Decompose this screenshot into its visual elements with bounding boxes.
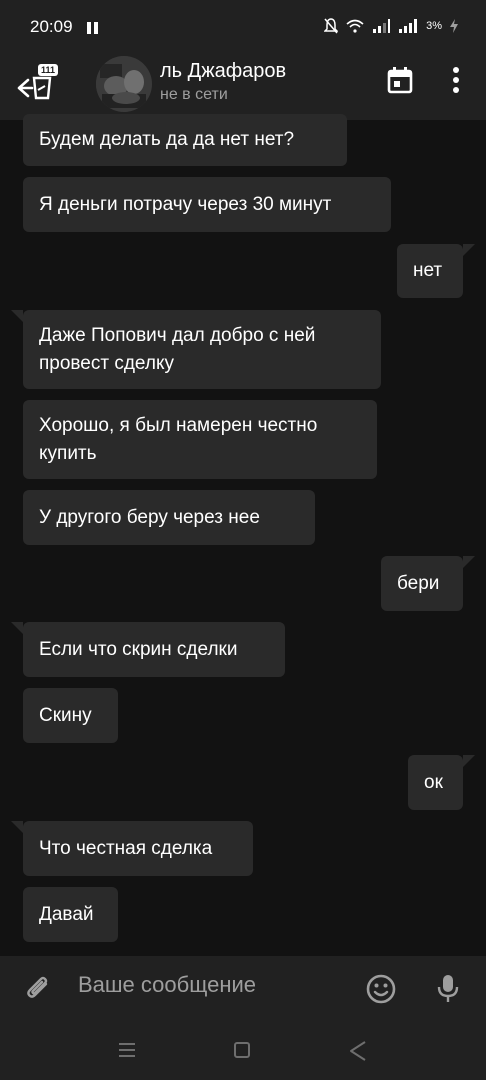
message-bubble[interactable]: Даже Попович дал добро с ней провест сде… (11, 310, 381, 389)
message-text: бери (397, 572, 440, 594)
message-bubble[interactable]: Если что скрин сделки (11, 622, 285, 677)
message-text: У другого беру через нее (39, 506, 260, 528)
chat-title[interactable]: ль Джафаров (160, 60, 286, 83)
message-text: Давай (39, 903, 94, 925)
unread-badge: 111 (38, 64, 59, 76)
composer: Ваше сообщение (0, 956, 486, 1022)
message-text: Будем делать да да нет нет? (39, 129, 295, 150)
message-bubble[interactable]: Будем делать да да нет нет? (23, 114, 347, 166)
message-bubble[interactable]: Что честная сделка (11, 821, 253, 876)
message-text: Я деньги потрачу через 30 минут (39, 193, 332, 215)
calendar-icon[interactable] (386, 66, 414, 94)
avatar[interactable] (96, 56, 152, 112)
status-bar: 20:09 3% (0, 0, 486, 56)
presence-status: не в сети (160, 86, 228, 103)
message-bubble[interactable]: нет (397, 244, 475, 298)
signal-icon (373, 19, 391, 33)
message-text: Что честная сделка (39, 837, 213, 859)
message-bubble[interactable]: Скину (23, 688, 118, 743)
message-text: ок (424, 771, 443, 793)
recent-apps-icon[interactable] (118, 1042, 136, 1058)
emoji-icon[interactable] (365, 973, 397, 1005)
message-text: Хорошо, я был намерен честно купить (39, 414, 318, 464)
battery-percent: 3% (426, 20, 442, 32)
home-icon[interactable] (234, 1042, 250, 1058)
chat-header: 111 ль Джафаров не в сети (0, 56, 486, 120)
message-text: Если что скрин сделки (39, 638, 238, 660)
message-text: Скину (39, 704, 92, 726)
pause-icon (87, 22, 98, 34)
mute-bell-icon (324, 18, 339, 34)
message-bubble[interactable]: У другого беру через нее (23, 490, 315, 545)
attach-icon[interactable] (24, 974, 54, 1004)
wifi-icon (346, 19, 364, 33)
message-bubble[interactable]: Я деньги потрачу через 30 минут (23, 177, 391, 232)
message-input[interactable]: Ваше сообщение (78, 972, 256, 998)
system-nav-bar (0, 1022, 486, 1080)
message-bubble[interactable]: Давай (23, 887, 118, 942)
charging-icon (450, 19, 458, 33)
status-time: 20:09 (30, 17, 73, 36)
back-button[interactable]: 111 (16, 64, 64, 108)
message-bubble[interactable]: Хорошо, я был намерен честно купить (23, 400, 377, 479)
message-text: нет (413, 260, 443, 281)
more-vert-icon[interactable] (446, 66, 466, 94)
mic-icon[interactable] (436, 973, 460, 1005)
message-bubble[interactable]: ок (408, 755, 475, 810)
signal-icon-2 (399, 19, 418, 33)
message-bubble[interactable]: бери (381, 556, 475, 611)
status-indicators: 3% (324, 18, 458, 34)
nav-back-icon[interactable] (348, 1040, 368, 1062)
message-list[interactable]: Будем делать да да нет нет? Я деньги пот… (0, 114, 486, 956)
message-text: Даже Попович дал добро с ней провест сде… (39, 324, 316, 374)
avatar-photo (96, 56, 152, 112)
